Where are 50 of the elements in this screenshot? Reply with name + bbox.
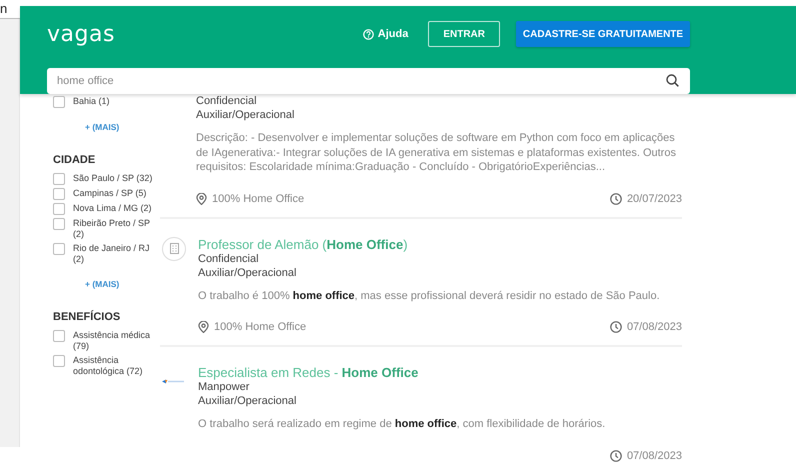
job-description: O trabalho é 100% home office, mas esse profissional deverá residir no estado de São Paulo. xyxy=(198,288,661,303)
filter-label[interactable]: Bahia (1) xyxy=(73,96,110,108)
filter-checkbox[interactable] xyxy=(53,188,65,200)
job-location: 100% Home Office xyxy=(212,192,304,204)
more-link[interactable]: + (MAIS) xyxy=(85,279,160,289)
company-logo xyxy=(162,379,184,384)
location-pin-icon xyxy=(196,192,207,204)
filter-checkbox[interactable] xyxy=(53,96,65,108)
company-name: Manpower xyxy=(198,380,250,394)
help-icon xyxy=(362,28,374,40)
more-link[interactable]: + (MAIS) xyxy=(85,122,160,132)
login-button[interactable]: ENTRAR xyxy=(428,21,500,47)
job-level: Auxiliar/Operacional xyxy=(196,108,296,122)
job-level: Auxiliar/Operacional xyxy=(198,266,298,280)
job-level: Auxiliar/Operacional xyxy=(198,394,298,408)
clock-icon xyxy=(610,450,622,462)
search-field[interactable]: home office xyxy=(47,68,690,94)
location-pin-icon xyxy=(198,321,209,333)
job-date: 07/08/2023 xyxy=(626,321,682,333)
signup-button[interactable]: CADASTRE-SE GRATUITAMENTE xyxy=(516,21,690,47)
search-icon[interactable] xyxy=(666,74,679,87)
filter-checkbox[interactable] xyxy=(53,330,65,342)
building-icon xyxy=(170,243,178,254)
site-logo[interactable]: vagas xyxy=(47,22,115,46)
filter-checkbox[interactable] xyxy=(53,203,65,215)
filter-checkbox[interactable] xyxy=(53,243,65,255)
filter-heading: BENEFÍCIOS xyxy=(53,311,122,323)
help-link[interactable]: Ajuda xyxy=(362,28,408,40)
filter-label[interactable]: Assistência médica (79) xyxy=(73,330,160,352)
filter-label[interactable]: Campinas / SP (5) xyxy=(73,188,146,200)
filter-checkbox[interactable] xyxy=(53,355,65,367)
filter-label[interactable]: Nova Lima / MG (2) xyxy=(73,203,152,215)
job-title[interactable]: Especialista em Redes - Home Office xyxy=(198,365,682,380)
filter-label[interactable]: Ribeirão Preto / SP (2) xyxy=(73,218,160,240)
company-name: Confidencial xyxy=(196,94,258,108)
job-description: O trabalho será realizado em regime de home office, com flexibilidade de horários. xyxy=(198,417,606,432)
filter-checkbox[interactable] xyxy=(53,173,65,185)
job-title[interactable]: Professor de Alemão (Home Office) xyxy=(198,236,682,252)
job-location: 100% Home Office xyxy=(214,321,306,333)
filter-label[interactable]: Rio de Janeiro / RJ (2) xyxy=(73,243,160,265)
clock-icon xyxy=(610,192,622,204)
job-date: 07/08/2023 xyxy=(626,450,682,462)
filter-checkbox[interactable] xyxy=(53,218,65,230)
filter-label[interactable]: São Paulo / SP (32) xyxy=(73,173,152,185)
filter-heading: CIDADE xyxy=(53,154,96,166)
clock-icon xyxy=(610,321,622,333)
job-description: Descrição: - Desenvolver e implementar soluções de software em Python com foco em aplicações de IAgenerativa:- Integrar soluções de IA generativa em sistemas e plataformas existentes. Outros requisitos: Escolaridade mínima:Graduação - Concluído - ObrigatórioExperiências... xyxy=(196,131,677,174)
filter-label[interactable]: Assistência odontológica (72) xyxy=(73,355,160,377)
company-name: Confidencial xyxy=(198,252,260,266)
job-date: 20/07/2023 xyxy=(626,192,682,204)
